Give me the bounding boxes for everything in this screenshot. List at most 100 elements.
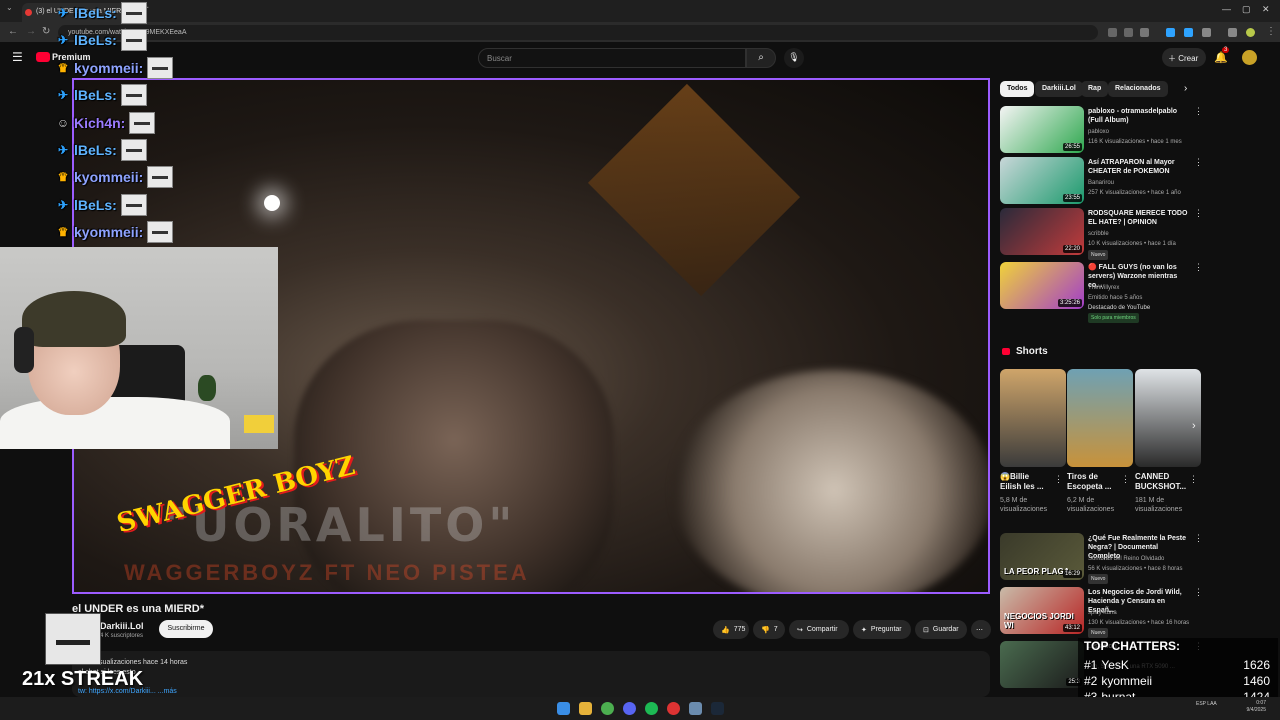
bookmark-star-icon[interactable] (1140, 28, 1149, 37)
language-indicator[interactable]: ESP LAA (1196, 701, 1217, 708)
search-icon[interactable]: ⌕ (746, 48, 776, 68)
video-channel[interactable]: Sombras del Reino Olvidado (1088, 555, 1198, 563)
video-channel[interactable]: TheWillyrex (1088, 284, 1198, 292)
chrome-icon[interactable] (601, 702, 614, 715)
microphone-icon[interactable]: 🎙 (784, 48, 804, 68)
short-title[interactable]: CANNED BUCKSHOT... (1135, 472, 1187, 492)
extension-icon[interactable] (1166, 28, 1175, 37)
video-channel[interactable]: spicy4tuna (1088, 609, 1198, 617)
ask-button[interactable]: ✦ Preguntar (853, 620, 911, 639)
more-options-icon[interactable]: ⋮ (1189, 474, 1198, 485)
youtube-logo-icon[interactable] (36, 52, 50, 62)
tab-search-icon[interactable]: ⌄ (6, 3, 13, 12)
profile-avatar-icon[interactable] (1246, 28, 1255, 37)
video-channel[interactable]: Banarirou (1088, 179, 1198, 187)
chat-emote-icon (120, 194, 147, 216)
obs-icon[interactable] (667, 702, 680, 715)
save-label: Guardar (932, 626, 959, 633)
sidebar-icon[interactable] (1228, 28, 1237, 37)
file-explorer-icon[interactable] (579, 702, 592, 715)
user-avatar[interactable] (1242, 50, 1257, 65)
like-button[interactable]: 👍 775 (713, 620, 749, 639)
settings-gear-icon[interactable] (689, 702, 702, 715)
top-chatter-row: #2 kyommeii 1460 (1084, 674, 1270, 688)
short-title[interactable]: Tiros de Escopeta ... (1067, 472, 1119, 492)
shorts-next-icon[interactable]: › (1192, 420, 1196, 432)
video-thumbnail[interactable]: 25:3 (1000, 641, 1084, 688)
steam-icon[interactable] (711, 702, 724, 715)
eye-off-icon[interactable] (1124, 28, 1133, 37)
top-chatter-count: 1460 (1243, 674, 1270, 688)
video-duration: 26:55 (1062, 143, 1082, 151)
more-options-icon[interactable]: ⋮ (1194, 106, 1203, 117)
browser-tab-bar: ⌄ (3) el UNDER es una MIERD... + — ▢ ✕ (0, 0, 1280, 22)
url-field[interactable]: youtube.com/watch?v=gt9MEKXEeaA (58, 25, 1098, 40)
more-options-icon[interactable]: ⋮ (1194, 587, 1203, 598)
forward-icon[interactable]: → (26, 26, 36, 37)
maximize-icon[interactable]: ▢ (1242, 4, 1251, 15)
close-icon[interactable]: ✕ (1262, 4, 1270, 15)
video-title[interactable]: Así ATRAPARON al Mayor CHEATER de POKEMO… (1088, 158, 1188, 176)
short-views: 6,2 M de visualizaciones (1067, 497, 1115, 513)
webcam-headset (14, 327, 34, 373)
notification-count-badge: 3 (1222, 47, 1230, 53)
discord-icon[interactable] (623, 702, 636, 715)
video-thumbnail[interactable]: 26:55 (1000, 106, 1084, 153)
more-options-icon[interactable]: ⋮ (1194, 208, 1203, 219)
video-extra: Destacado de YouTube (1088, 305, 1151, 311)
short-title[interactable]: 😱Billie Eilish les ... (1000, 472, 1052, 492)
browser-menu-icon[interactable]: ⋮ (1266, 26, 1276, 37)
create-button[interactable]: ＋ Crear (1162, 48, 1206, 67)
video-thumbnail[interactable]: 23:55 (1000, 157, 1084, 204)
extensions-puzzle-icon[interactable] (1202, 28, 1211, 37)
more-options-icon[interactable]: ⋮ (1121, 474, 1130, 485)
webcam-overlay (0, 247, 278, 449)
extension-icon[interactable] (1184, 28, 1193, 37)
top-chatter-entry: #2 kyommeii (1084, 674, 1152, 688)
video-thumbnail[interactable]: NEGOCIOS JORDI WI 43:12 (1000, 587, 1084, 634)
video-meta: 56 K visualizaciones • hace 8 horas (1088, 566, 1183, 572)
hamburger-menu-icon[interactable]: ☰ (12, 50, 23, 64)
share-button[interactable]: ↪ Compartir (789, 620, 849, 639)
short-thumbnail[interactable] (1000, 369, 1066, 467)
search-input[interactable]: Buscar (478, 48, 746, 68)
chip-rap[interactable]: Rap (1081, 81, 1109, 97)
more-options-icon[interactable]: ⋮ (1194, 262, 1203, 273)
minimize-icon[interactable]: — (1222, 4, 1231, 14)
more-options-icon[interactable]: ⋮ (1194, 533, 1203, 544)
reload-icon[interactable]: ↻ (42, 26, 50, 37)
more-actions-button[interactable]: ⋯ (971, 620, 991, 639)
video-title[interactable]: pabloxo - otramasdelpablo (Full Album) (1088, 107, 1188, 125)
chips-next-icon[interactable]: › (1184, 83, 1187, 94)
description-views: visualizaciones hace 14 horas (94, 659, 188, 666)
taskbar-clock[interactable]: 0:07 9/4/2025 (1247, 700, 1266, 714)
short-thumbnail[interactable] (1067, 369, 1133, 467)
channel-name[interactable]: Darkiii.Lol (100, 621, 144, 631)
new-badge-label: Nuevo (1088, 250, 1109, 260)
video-thumbnail[interactable]: 22:20 (1000, 208, 1084, 255)
subscribe-button[interactable]: Suscribirme (159, 620, 213, 638)
video-title[interactable]: RODSQUARE MERECE TODO EL HATE? | OPINION (1088, 209, 1188, 227)
thumbnail-overlay-text: LA PEOR PLAGA (1004, 567, 1070, 576)
short-thumbnail[interactable] (1135, 369, 1201, 467)
video-thumbnail[interactable]: LA PEOR PLAGA 16:29 (1000, 533, 1084, 580)
chat-badge-icon: ♛ (57, 225, 69, 239)
windows-start-icon[interactable] (557, 702, 570, 715)
save-button[interactable]: ⊡ Guardar (915, 620, 967, 639)
top-chatter-count: 1626 (1243, 658, 1270, 672)
chip-channel[interactable]: Darkiii.Lol (1035, 81, 1083, 97)
chat-emote-icon (120, 29, 147, 51)
dislike-button[interactable]: 👎 7 (753, 620, 785, 639)
more-options-icon[interactable]: ⋮ (1194, 157, 1203, 168)
more-options-icon[interactable]: ⋮ (1054, 474, 1063, 485)
cast-icon[interactable] (1108, 28, 1117, 37)
chip-relacionados[interactable]: Relacionados (1108, 81, 1168, 97)
video-channel[interactable]: scribble (1088, 230, 1198, 238)
back-icon[interactable]: ← (8, 26, 18, 37)
video-thumbnail[interactable]: 3:25:26 (1000, 262, 1084, 309)
chip-todos[interactable]: Todos (1000, 81, 1035, 97)
spotify-icon[interactable] (645, 702, 658, 715)
chat-username: kyommeii: (74, 224, 144, 240)
description-box[interactable]: visualizaciones hace 14 horas el chat si… (72, 651, 990, 697)
video-channel[interactable]: pabloxo (1088, 128, 1198, 136)
